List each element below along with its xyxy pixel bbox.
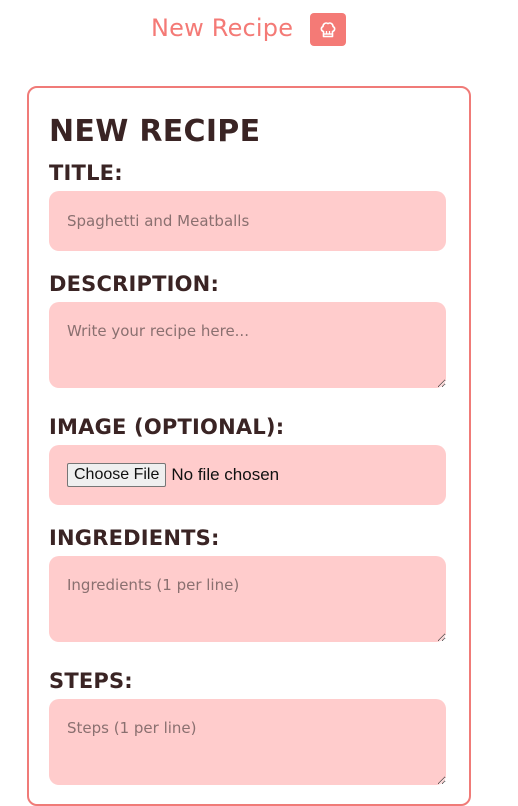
chef-hat-icon bbox=[320, 21, 336, 37]
title-label: TITLE: bbox=[49, 161, 123, 185]
header-title: New Recipe bbox=[151, 14, 294, 42]
description-label: DESCRIPTION: bbox=[49, 272, 220, 296]
ingredients-textarea[interactable] bbox=[49, 556, 446, 642]
ingredients-label: INGREDIENTS: bbox=[49, 526, 220, 550]
choose-file-button[interactable]: Choose File bbox=[67, 463, 167, 487]
form-heading: NEW RECIPE bbox=[49, 114, 261, 149]
steps-label: STEPS: bbox=[49, 669, 133, 693]
image-upload-field: Choose File No file chosen bbox=[49, 445, 446, 505]
file-status-text: No file chosen bbox=[171, 465, 280, 484]
title-input[interactable] bbox=[49, 191, 446, 251]
description-textarea[interactable] bbox=[49, 302, 446, 388]
chef-hat-button[interactable] bbox=[310, 13, 346, 46]
steps-textarea[interactable] bbox=[49, 699, 446, 785]
app-header: New Recipe bbox=[0, 0, 518, 60]
new-recipe-form: NEW RECIPE TITLE: DESCRIPTION: IMAGE (OP… bbox=[27, 86, 471, 806]
image-label: IMAGE (OPTIONAL): bbox=[49, 415, 285, 439]
